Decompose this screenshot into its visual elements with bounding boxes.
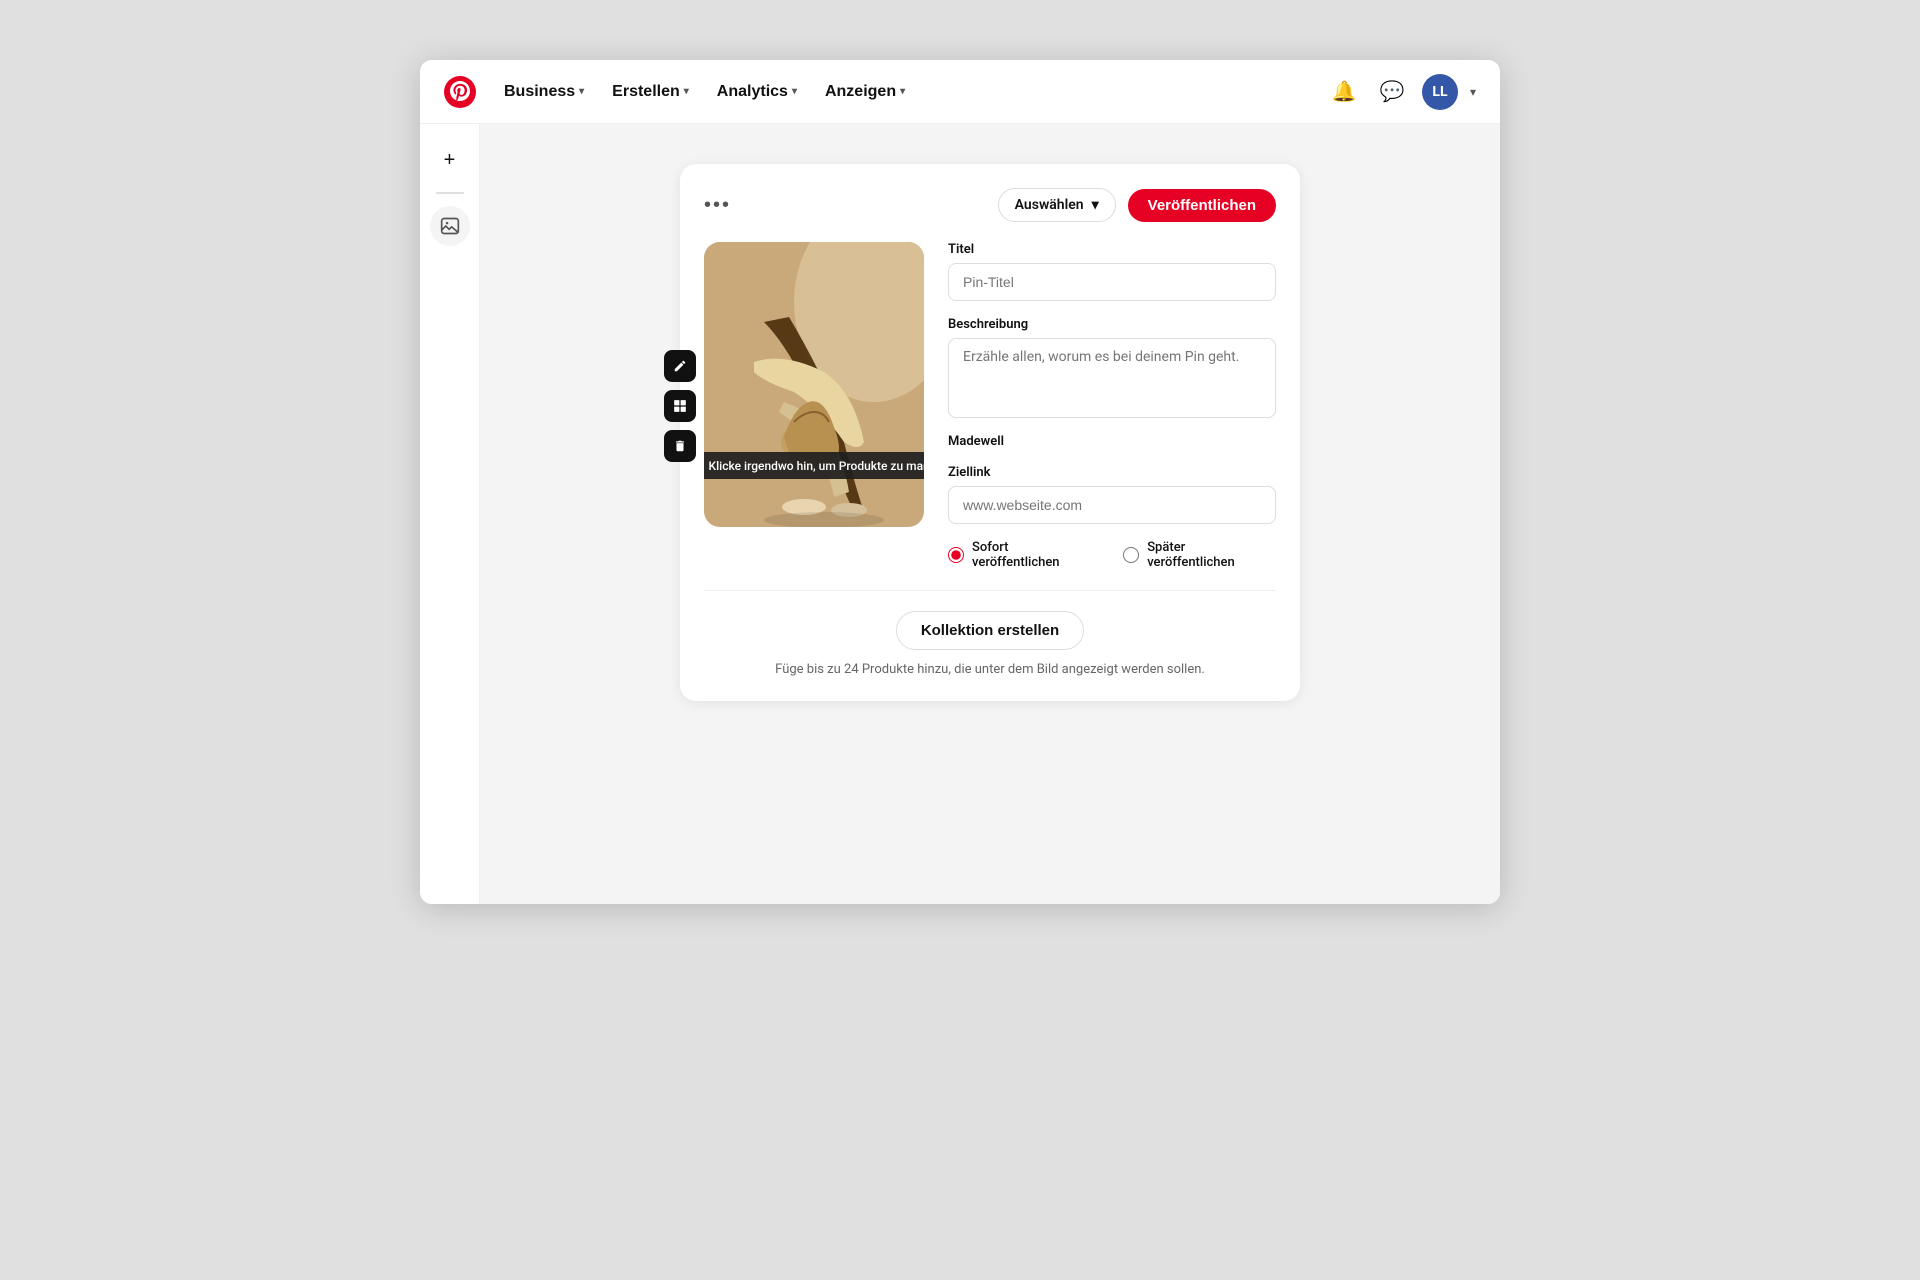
link-input[interactable] [948, 486, 1276, 524]
business-chevron: ▾ [579, 86, 584, 97]
pinterest-logo [444, 76, 476, 108]
board-select[interactable]: Auswählen ▾ [998, 188, 1116, 222]
card-header: ••• Auswählen ▾ Veröffentlichen [704, 188, 1276, 222]
collection-btn-label: Kollektion erstellen [921, 622, 1059, 639]
more-options-button[interactable]: ••• [704, 194, 731, 217]
delete-button[interactable] [664, 430, 696, 462]
erstellen-chevron: ▾ [684, 86, 689, 97]
add-button[interactable]: + [430, 140, 470, 180]
brand-name: Madewell [948, 434, 1276, 449]
nav-links: Business ▾ Erstellen ▾ Analytics ▾ Anzei… [492, 75, 1326, 109]
pencil-icon [673, 359, 687, 373]
image-section: 🏷 Klicke irgendwo hin, um Produkte zu ma… [704, 242, 924, 570]
tag-tooltip-text: Klicke irgendwo hin, um Produkte zu mark… [709, 459, 924, 473]
publish-button[interactable]: Veröffentlichen [1128, 189, 1276, 222]
anzeigen-chevron: ▾ [900, 86, 905, 97]
pin-image: 🏷 Klicke irgendwo hin, um Produkte zu ma… [704, 242, 924, 527]
main-area: + ••• [420, 124, 1500, 904]
link-group: Ziellink [948, 465, 1276, 524]
card-body: 🏷 Klicke irgendwo hin, um Produkte zu ma… [704, 242, 1276, 570]
form-section: Titel Beschreibung Madewell [948, 242, 1276, 570]
trash-icon [673, 439, 687, 453]
publish-label: Veröffentlichen [1148, 197, 1256, 214]
pin-editor-card: ••• Auswählen ▾ Veröffentlichen [680, 164, 1300, 701]
sidebar-divider [436, 192, 464, 194]
collection-section: Kollektion erstellen Füge bis zu 24 Prod… [704, 591, 1276, 677]
image-placeholder: 🏷 Klicke irgendwo hin, um Produkte zu ma… [704, 242, 924, 527]
title-label: Titel [948, 242, 1276, 257]
nav-anzeigen[interactable]: Anzeigen ▾ [813, 75, 917, 109]
description-group: Beschreibung [948, 317, 1276, 418]
select-chevron-icon: ▾ [1092, 197, 1099, 213]
title-group: Titel [948, 242, 1276, 301]
tag-tooltip: 🏷 Klicke irgendwo hin, um Produkte zu ma… [704, 452, 924, 479]
chat-icon: 💬 [1380, 79, 1405, 104]
publish-later-label: Später veröffentlichen [1147, 540, 1276, 570]
browser-window: Business ▾ Erstellen ▾ Analytics ▾ Anzei… [420, 60, 1500, 904]
publish-radio-group: Sofort veröffentlichen Später veröffentl… [948, 540, 1276, 570]
nav-erstellen[interactable]: Erstellen ▾ [600, 75, 701, 109]
nav-analytics[interactable]: Analytics ▾ [705, 75, 809, 109]
image-icon [440, 216, 460, 236]
avatar[interactable]: LL [1422, 74, 1458, 110]
collection-hint: Füge bis zu 24 Produkte hinzu, die unter… [775, 662, 1205, 677]
anzeigen-label: Anzeigen [825, 83, 896, 101]
analytics-label: Analytics [717, 83, 788, 101]
nav-business[interactable]: Business ▾ [492, 75, 596, 109]
bell-icon: 🔔 [1332, 79, 1357, 104]
left-sidebar: + [420, 124, 480, 904]
collection-button[interactable]: Kollektion erstellen [896, 611, 1084, 650]
avatar-chevron-icon[interactable]: ▾ [1470, 85, 1476, 99]
link-label: Ziellink [948, 465, 1276, 480]
select-placeholder: Auswählen [1015, 197, 1084, 213]
notification-button[interactable]: 🔔 [1326, 74, 1362, 110]
publish-now-label: Sofort veröffentlichen [972, 540, 1099, 570]
image-button[interactable] [430, 206, 470, 246]
description-label: Beschreibung [948, 317, 1276, 332]
top-nav: Business ▾ Erstellen ▾ Analytics ▾ Anzei… [420, 60, 1500, 124]
business-label: Business [504, 83, 575, 101]
card-header-right: Auswählen ▾ Veröffentlichen [998, 188, 1276, 222]
messages-button[interactable]: 💬 [1374, 74, 1410, 110]
edit-button[interactable] [664, 350, 696, 382]
nav-right: 🔔 💬 LL ▾ [1326, 74, 1476, 110]
description-input[interactable] [948, 338, 1276, 418]
brand-group: Madewell [948, 434, 1276, 449]
publish-now-radio[interactable] [948, 547, 964, 563]
dots-icon: ••• [704, 194, 731, 216]
publish-later-radio[interactable] [1123, 547, 1139, 563]
fashion-illustration [704, 242, 924, 527]
avatar-initials: LL [1432, 84, 1447, 100]
grid-icon [673, 399, 687, 413]
erstellen-label: Erstellen [612, 83, 680, 101]
title-input[interactable] [948, 263, 1276, 301]
grid-button[interactable] [664, 390, 696, 422]
plus-icon: + [444, 149, 456, 172]
image-toolbar [664, 350, 696, 462]
publish-later-option[interactable]: Später veröffentlichen [1123, 540, 1276, 570]
publish-now-option[interactable]: Sofort veröffentlichen [948, 540, 1099, 570]
analytics-chevron: ▾ [792, 86, 797, 97]
content-area: ••• Auswählen ▾ Veröffentlichen [480, 124, 1500, 904]
